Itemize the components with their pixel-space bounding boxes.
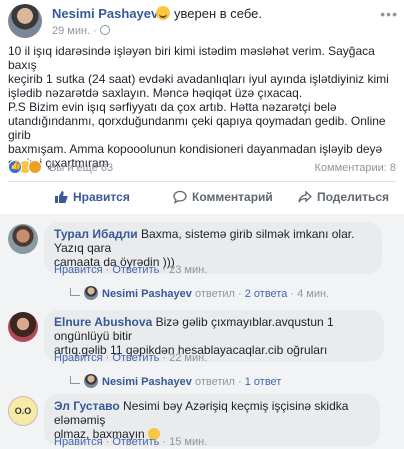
comment-icon: [173, 190, 187, 204]
comment-reply-link[interactable]: Ответить: [112, 264, 159, 276]
post-time: 29 мин. ·: [52, 25, 110, 37]
feeling-text: уверен в себе.: [174, 6, 262, 21]
post-actions: Нравится Комментарий Поделиться: [8, 184, 396, 212]
reply-author-name: Nesimi Pashayev: [102, 288, 192, 300]
commenter-name[interactable]: Эл Густаво: [54, 399, 120, 413]
wow-reaction-icon[interactable]: [28, 160, 42, 174]
avatar-label: O.O: [14, 406, 32, 416]
comment-item: Elnure Abushova Bizə gəlib çıxmayıblar.a…: [8, 310, 400, 402]
replies-summary[interactable]: Nesimi Pashayev ответил · 1 ответ: [70, 374, 281, 388]
comment-like-link[interactable]: Нравится: [54, 352, 103, 364]
reply-verb: ответил: [194, 376, 235, 388]
comment-item: O.O Эл Густаво Nesimi bəy Azərişiq keçmi…: [8, 394, 400, 448]
share-button-label: Поделиться: [317, 190, 390, 204]
commenter-avatar[interactable]: O.O: [8, 396, 38, 426]
post-text-line: baxmışam. Amma kopooolunun kondisioneri …: [8, 142, 383, 156]
post-text-line: P.S Bizim evin işıq sərfiyyatı da çox ar…: [8, 100, 337, 114]
post-timestamp[interactable]: 29 мин. ·: [52, 25, 97, 37]
post-text-line: keçirib 1 sutka (24 saat) evdəki avadanl…: [8, 72, 389, 86]
post-body: 10 il işıq idarəsində işləyən biri kimi …: [8, 44, 396, 170]
reply-author-avatar: [84, 374, 98, 388]
reply-author-avatar: [84, 286, 98, 300]
post-text-line: utandığındanmı, qorxduğundanmı çeki qapı…: [8, 114, 386, 142]
comment-like-link[interactable]: Нравится: [54, 264, 103, 276]
reactions-summary[interactable]: Вы и ещё 63: [49, 162, 113, 174]
reply-count[interactable]: 2 ответа: [245, 288, 288, 300]
confident-emoji-icon: [156, 6, 170, 20]
author-avatar[interactable]: [8, 4, 42, 38]
commenter-name[interactable]: Турал Ибадли: [54, 227, 138, 241]
comment-time[interactable]: 15 мин.: [169, 436, 207, 448]
comment-meta: Нравится · Ответить · 15 мин.: [54, 436, 208, 448]
commenter-name[interactable]: Elnure Abushova: [54, 315, 152, 329]
post-header: Nesimi Pashayev уверен в себе. 29 мин. ·…: [8, 4, 398, 40]
comment-item: Турал Ибадли Baxma, sistemə girib silmək…: [8, 222, 400, 314]
comment-button[interactable]: Комментарий: [173, 190, 273, 204]
comment-reply-link[interactable]: Ответить: [112, 352, 159, 364]
more-options-icon[interactable]: •••: [380, 6, 398, 22]
reply-count[interactable]: 1 ответ: [245, 376, 282, 388]
like-button[interactable]: Нравится: [54, 190, 130, 204]
comment-reply-link[interactable]: Ответить: [112, 436, 159, 448]
post-text-line: işlədib nəzarətdə saxlayın. Məncə həqiqə…: [8, 86, 303, 100]
comment-meta: Нравится · Ответить · 23 мин.: [54, 264, 208, 276]
post-feeling: уверен в себе.: [156, 6, 262, 21]
comment-time[interactable]: 23 мин.: [169, 264, 207, 276]
comment-like-link[interactable]: Нравится: [54, 436, 103, 448]
comment-time[interactable]: 22 мин.: [169, 352, 207, 364]
reply-arrow-icon: [70, 288, 80, 296]
replies-summary[interactable]: Nesimi Pashayev ответил · 2 ответа · 4 м…: [70, 286, 329, 300]
comments-section: Турал Ибадли Baxma, sistemə girib silmək…: [0, 214, 404, 449]
post-text-line: 10 il işıq idarəsində işləyən biri kimi …: [8, 44, 375, 72]
reply-arrow-icon: [70, 376, 80, 384]
comments-count[interactable]: Комментарии: 8: [314, 162, 396, 174]
commenter-avatar[interactable]: [8, 312, 38, 342]
divider: [8, 181, 396, 182]
comment-button-label: Комментарий: [192, 190, 273, 204]
globe-icon: [99, 25, 110, 35]
reply-author-name: Nesimi Pashayev: [102, 376, 192, 388]
thumbs-up-icon: [55, 191, 68, 203]
like-reaction-icon[interactable]: [8, 160, 22, 174]
post-author-name[interactable]: Nesimi Pashayev: [52, 6, 158, 21]
reply-time: 4 мин.: [297, 288, 330, 300]
like-button-label: Нравится: [73, 190, 130, 204]
share-button[interactable]: Поделиться: [298, 190, 389, 204]
comment-meta: Нравится · Ответить · 22 мин.: [54, 352, 208, 364]
commenter-avatar[interactable]: [8, 224, 38, 254]
share-icon: [298, 190, 312, 203]
reactions-bar: Вы и ещё 63 Комментарии: 8: [8, 160, 396, 178]
reply-verb: ответил: [194, 288, 235, 300]
